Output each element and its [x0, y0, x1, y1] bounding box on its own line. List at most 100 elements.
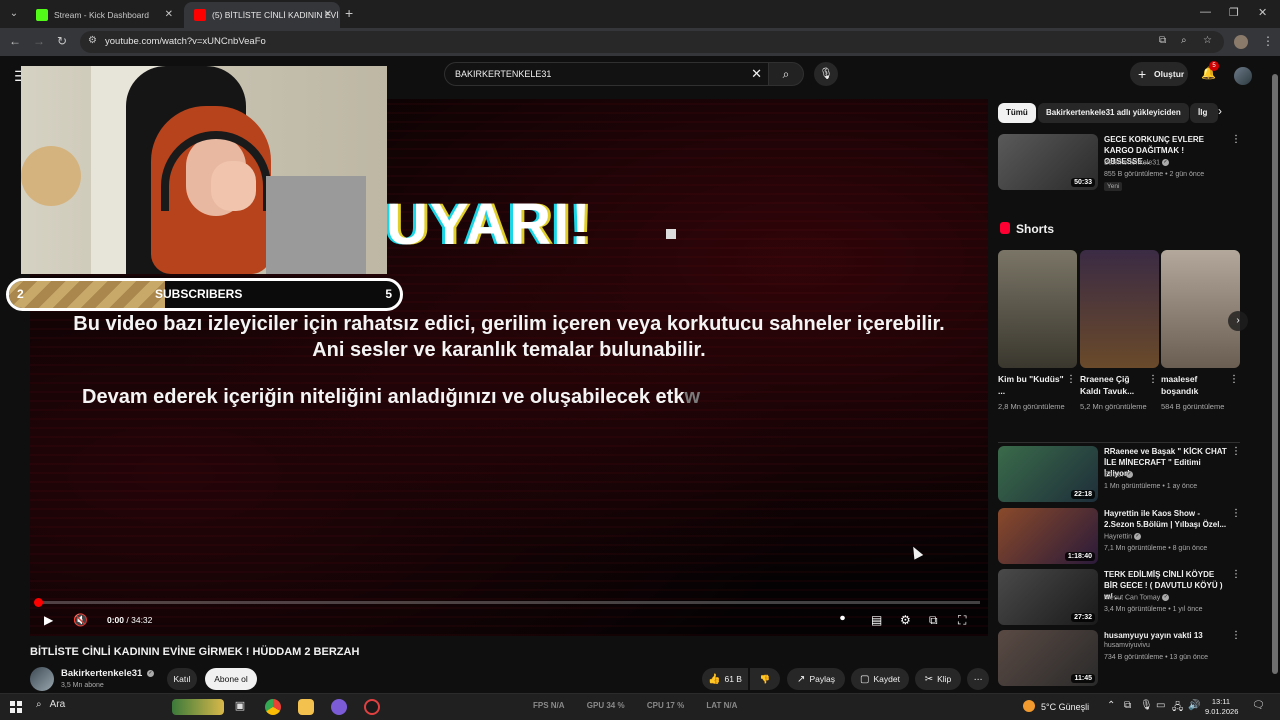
chip-uploader[interactable]: Bakirkertenkele31 adlı yükleyiciden	[1038, 103, 1189, 123]
video-menu-icon[interactable]: ⋮	[1231, 134, 1241, 145]
progress-bar[interactable]	[34, 598, 980, 607]
taskbar-clock[interactable]: 13:11 9.01.2026	[1205, 697, 1238, 717]
chevron-right-icon[interactable]: ›	[1218, 104, 1222, 118]
minimize-icon[interactable]: —	[1200, 6, 1211, 18]
bookmark-star-icon[interactable]: ☆	[1203, 35, 1212, 46]
play-icon[interactable]: ▶	[44, 613, 53, 627]
warning-fading: w	[684, 386, 701, 408]
app-icon[interactable]	[331, 699, 347, 715]
windows-start-icon[interactable]	[10, 701, 22, 713]
autoplay-toggle-icon[interactable]: ⏺	[840, 613, 845, 624]
short-menu-icon[interactable]: ⋮	[1229, 374, 1239, 385]
video-title: Hayrettin ile Kaos Show - 2.Sezon 5.Bölü…	[1104, 509, 1227, 529]
close-window-icon[interactable]: ✕	[1258, 6, 1267, 19]
recommended-video[interactable]: 1:18:40 Hayrettin ile Kaos Show - 2.Sezo…	[998, 508, 1243, 566]
tab-title: (5) BİTLİSTE CİNLİ KADININ EVİ	[212, 10, 339, 20]
search-input[interactable]: BAKIRKERTENKELE31 ✕	[444, 62, 768, 86]
notifications-bell-icon[interactable]: 🔔 5	[1201, 61, 1219, 80]
miniplayer-icon[interactable]: ⧉	[929, 613, 938, 628]
microphone-icon[interactable]: 🎙	[814, 62, 838, 86]
forward-icon[interactable]: →	[33, 34, 45, 48]
join-button[interactable]: Katıl	[167, 668, 197, 690]
short-item[interactable]: Rraenee Çiğ Kaldı Tavuk... 5,2 Mn görünt…	[1080, 250, 1159, 411]
dislike-button[interactable]: 👎	[750, 668, 780, 690]
taskbar-search[interactable]: ⌕ Ara	[36, 699, 65, 710]
video-menu-icon[interactable]: ⋮	[1231, 508, 1241, 519]
shorts-logo-icon	[1000, 222, 1010, 234]
short-thumbnail	[1080, 250, 1159, 368]
short-item[interactable]: maalesef boşandık 584 B görüntüleme ⋮	[1161, 250, 1240, 411]
more-actions-icon[interactable]: ⋯	[967, 668, 989, 690]
subtitles-icon[interactable]: ▤	[871, 613, 882, 627]
address-bar[interactable]: ⚙ youtube.com/watch?v=xUNCnbVeaFo ⧉ ⌕ ☆	[80, 31, 1224, 53]
short-item[interactable]: Kim bu "Kudüs" ... 2,8 Mn görüntüleme ⋮	[998, 250, 1077, 411]
shorts-header: Shorts	[1000, 222, 1054, 236]
clear-search-icon[interactable]: ✕	[751, 66, 762, 82]
notification-center-icon[interactable]: 🗨	[1252, 700, 1265, 711]
network-icon[interactable]: 🖧	[1172, 700, 1183, 717]
restore-icon[interactable]: ❐	[1229, 6, 1239, 19]
search-icon[interactable]: ⌕	[768, 62, 804, 86]
tray-monitor-icon[interactable]: ▭	[1156, 700, 1165, 711]
short-title: Rraenee Çiğ Kaldı Tavuk...	[1080, 374, 1135, 396]
short-menu-icon[interactable]: ⋮	[1148, 374, 1158, 385]
chip-related[interactable]: İlg	[1190, 103, 1218, 123]
channel-avatar[interactable]	[30, 667, 54, 691]
tab-kick-dashboard[interactable]: Stream - Kick Dashboard ✕	[26, 2, 181, 28]
new-tab-icon[interactable]: +	[345, 5, 353, 21]
tab-search-icon[interactable]: ⌄	[6, 6, 22, 22]
widgets-icon[interactable]	[172, 699, 224, 715]
subscribe-button[interactable]: Abone ol	[205, 668, 257, 690]
site-info-icon[interactable]: ⚙	[88, 35, 97, 46]
profile-avatar[interactable]	[1234, 35, 1248, 49]
short-thumbnail	[1161, 250, 1240, 368]
video-menu-icon[interactable]: ⋮	[1231, 630, 1241, 641]
cast-icon[interactable]: ⧉	[1159, 35, 1166, 46]
channel-name: Edixor ✓	[1104, 471, 1133, 478]
zoom-icon[interactable]: ⌕	[1181, 35, 1187, 46]
account-avatar[interactable]	[1234, 67, 1252, 85]
channel-name[interactable]: Bakirkertenkele31 ✓	[61, 668, 154, 679]
short-menu-icon[interactable]: ⋮	[1066, 374, 1076, 385]
close-tab-icon[interactable]: ✕	[165, 2, 173, 28]
browser-menu-icon[interactable]: ⋮	[1262, 34, 1274, 48]
file-explorer-icon[interactable]	[298, 699, 314, 715]
video-menu-icon[interactable]: ⋮	[1231, 569, 1241, 580]
reload-icon[interactable]: ↻	[57, 34, 67, 48]
settings-gear-icon[interactable]: ⚙	[900, 613, 911, 627]
volume-icon[interactable]: 🔊	[1188, 700, 1200, 711]
create-button[interactable]: + Oluştur	[1130, 62, 1188, 86]
short-views: 2,8 Mn görüntüleme	[998, 402, 1065, 411]
page-scrollbar[interactable]	[1270, 56, 1280, 693]
recommended-video[interactable]: 11:45 husamyuyu yayın vakti 13 husamviyu…	[998, 630, 1243, 688]
tray-app-icon[interactable]: ⧉	[1124, 700, 1131, 711]
microphone-tray-icon[interactable]: 🎙	[1140, 700, 1153, 711]
recommended-video[interactable]: 27:32 TERK EDİLMİŞ CİNLİ KÖYDE BİR GECE …	[998, 569, 1243, 627]
tray-chevron-icon[interactable]: ⌃	[1107, 700, 1115, 711]
scrollbar-thumb[interactable]	[1272, 74, 1278, 674]
close-tab-icon[interactable]: ✕	[324, 2, 332, 28]
goal-fill	[9, 281, 166, 308]
tab-youtube-video[interactable]: (5) BİTLİSTE CİNLİ KADININ EVİ ✕	[184, 2, 340, 28]
back-icon[interactable]: ←	[9, 34, 21, 48]
clip-button[interactable]: ✂ Klip	[915, 668, 961, 690]
create-label: Oluştur	[1154, 69, 1185, 79]
shorts-next-icon[interactable]: ›	[1228, 311, 1248, 331]
task-view-icon[interactable]: ▣	[232, 699, 248, 715]
obs-icon[interactable]	[364, 699, 380, 715]
weather-widget[interactable]: 5°C Güneşli	[1023, 700, 1089, 712]
save-button[interactable]: ▢ Kaydet	[851, 668, 909, 690]
recommended-video[interactable]: 50:33 GECE KORKUNÇ EVLERE KARGO DAĞITMAK…	[998, 134, 1243, 192]
video-menu-icon[interactable]: ⋮	[1231, 446, 1241, 457]
share-button[interactable]: ↗ Paylaş	[787, 668, 845, 690]
like-button[interactable]: 👍 61 B	[702, 668, 748, 690]
search-query: BAKIRKERTENKELE31	[455, 69, 552, 79]
muted-volume-icon[interactable]: 🔇	[73, 613, 88, 627]
youtube-favicon-icon	[194, 9, 206, 21]
fullscreen-icon[interactable]: ⛶	[958, 613, 966, 628]
chrome-icon[interactable]	[265, 699, 281, 715]
scrubber-handle[interactable]	[34, 598, 43, 607]
stat-lat: LAT N/A	[706, 701, 738, 710]
recommended-video[interactable]: 22:18 RRaenee ve Başak " KİCK CHAT İLE M…	[998, 446, 1243, 504]
chip-all[interactable]: Tümü	[998, 103, 1036, 123]
